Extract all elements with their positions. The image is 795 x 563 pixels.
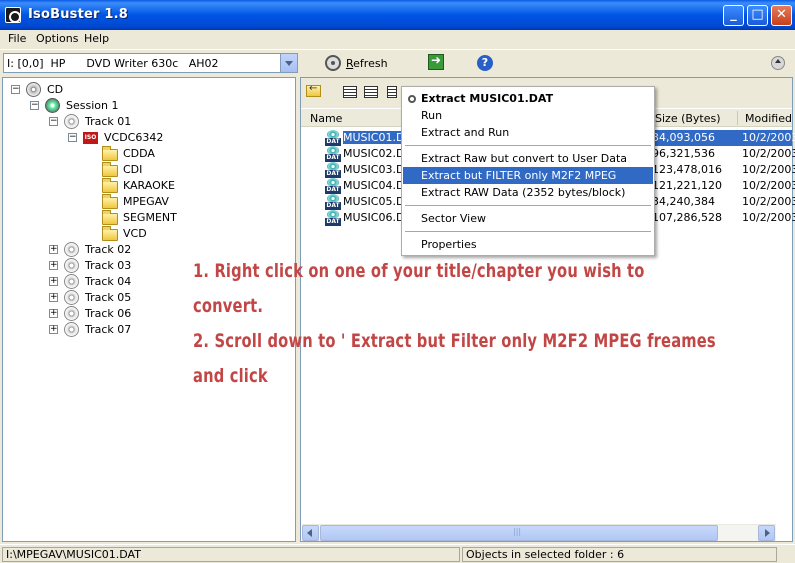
tree-node-track-04[interactable]: + Track 04 [3, 274, 203, 290]
iso-icon: ISO [83, 132, 98, 144]
refresh-label: Refresh [346, 57, 388, 70]
expand-icon[interactable]: + [49, 277, 58, 286]
track-icon [64, 306, 79, 321]
tree-node-session[interactable]: − Session 1 [3, 98, 203, 114]
folder-icon [102, 146, 118, 161]
dat-file-icon: DAT [325, 194, 341, 210]
menu-item-extract-raw-user[interactable]: Extract Raw but convert to User Data [403, 150, 653, 167]
scroll-thumb[interactable] [320, 525, 718, 541]
track-icon [64, 258, 79, 273]
collapse-icon[interactable]: − [68, 133, 77, 142]
eject-icon[interactable] [771, 56, 785, 70]
menu-item-run[interactable]: Run [403, 107, 653, 124]
toolbar: I: [0,0] HP DVD Writer 630c AH02 Refresh… [0, 49, 795, 76]
tree-folder-cdda[interactable]: CDDA [3, 146, 203, 162]
folder-icon [102, 226, 118, 241]
title-bar: IsoBuster 1.8 _ □ ✕ [0, 0, 795, 30]
tree-node-volume[interactable]: − ISO VCDC6342 [3, 130, 203, 146]
tree-node-track-01[interactable]: − Track 01 [3, 114, 203, 130]
dat-file-icon: DAT [325, 130, 341, 146]
details-view-icon[interactable] [343, 86, 357, 98]
tree-node-track-06[interactable]: + Track 06 [3, 306, 203, 322]
close-button[interactable]: ✕ [771, 5, 792, 26]
status-path: I:\MPEGAV\MUSIC01.DAT [2, 547, 460, 562]
drive-select[interactable]: I: [0,0] HP DVD Writer 630c AH02 [3, 53, 298, 73]
collapse-icon[interactable]: − [30, 101, 39, 110]
cd-icon [26, 82, 41, 97]
expand-icon[interactable]: + [49, 245, 58, 254]
track-icon [64, 114, 79, 129]
column-modified[interactable]: Modified [745, 112, 792, 125]
folder-icon [102, 194, 118, 209]
expand-icon[interactable]: + [49, 261, 58, 270]
tree-node-cd[interactable]: − CD [3, 82, 203, 98]
folder-icon [102, 162, 118, 177]
menu-item-extract-filter-m2f2[interactable]: Extract but FILTER only M2F2 MPEG frames [403, 167, 653, 195]
menu-bar: File Options Help [0, 30, 795, 48]
expand-icon[interactable]: + [49, 293, 58, 302]
tree-node-track-07[interactable]: + Track 07 [3, 322, 203, 338]
tree-folder-vcd[interactable]: VCD [3, 226, 203, 242]
menu-item-extract[interactable]: Extract MUSIC01.DAT [403, 90, 653, 107]
menu-item-sector-view[interactable]: Sector View [403, 210, 653, 227]
chevron-down-icon[interactable] [280, 54, 297, 72]
tree-folder-mpegav[interactable]: MPEGAV [3, 194, 203, 210]
extract-icon[interactable] [428, 53, 444, 70]
maximize-button[interactable]: □ [747, 5, 768, 26]
instruction-line-2: convert. [193, 295, 264, 317]
track-icon [64, 290, 79, 305]
menu-item-extract-raw-data[interactable]: Extract RAW Data (2352 bytes/block) [403, 184, 653, 201]
menu-item-extract-and-run[interactable]: Extract and Run [403, 124, 653, 141]
folder-icon [102, 178, 118, 193]
menu-item-properties[interactable]: Properties [403, 236, 653, 253]
minimize-button[interactable]: _ [723, 5, 744, 26]
folder-icon [102, 210, 118, 225]
track-icon [64, 322, 79, 337]
drive-select-value: I: [0,0] HP DVD Writer 630c AH02 [7, 57, 219, 70]
session-icon [45, 98, 60, 113]
dat-file-icon: DAT [325, 146, 341, 162]
instruction-line-1: 1. Right click on one of your title/chap… [193, 260, 645, 282]
refresh-button[interactable]: Refresh [325, 53, 395, 74]
tree-node-track-05[interactable]: + Track 05 [3, 290, 203, 306]
list-view-icon[interactable] [364, 86, 378, 98]
help-icon[interactable]: ? [477, 55, 493, 71]
expand-icon[interactable]: + [49, 325, 58, 334]
dat-file-icon: DAT [325, 162, 341, 178]
horizontal-scrollbar[interactable] [302, 524, 776, 541]
collapse-icon[interactable]: − [49, 117, 58, 126]
status-bar: I:\MPEGAV\MUSIC01.DAT Objects in selecte… [0, 544, 795, 563]
column-size[interactable]: Size (Bytes) [655, 112, 721, 125]
collapse-icon[interactable]: − [11, 85, 20, 94]
folder-up-icon[interactable] [306, 83, 321, 97]
scroll-left-icon[interactable] [302, 525, 319, 541]
tree-folder-cdi[interactable]: CDI [3, 162, 203, 178]
tree-node-track-02[interactable]: + Track 02 [3, 242, 203, 258]
instruction-line-4: and click [193, 365, 268, 387]
scroll-right-icon[interactable] [758, 525, 775, 541]
track-icon [64, 274, 79, 289]
window-title: IsoBuster 1.8 [28, 7, 129, 22]
refresh-icon [325, 55, 341, 71]
expand-icon[interactable]: + [49, 309, 58, 318]
small-icons-view-icon[interactable] [387, 86, 397, 98]
app-icon [5, 7, 21, 23]
track-icon [64, 242, 79, 257]
instruction-line-3: 2. Scroll down to ' Extract but Filter o… [193, 330, 716, 352]
dat-file-icon: DAT [325, 178, 341, 194]
context-menu: Extract MUSIC01.DAT Run Extract and Run … [401, 86, 655, 256]
dat-file-icon: DAT [325, 210, 341, 226]
default-action-icon [408, 95, 416, 103]
column-name[interactable]: Name [310, 112, 342, 125]
menu-help[interactable]: Help [84, 32, 109, 45]
tree-folder-karaoke[interactable]: KARAOKE [3, 178, 203, 194]
menu-options[interactable]: Options [36, 32, 78, 45]
tree-node-track-03[interactable]: + Track 03 [3, 258, 203, 274]
status-object-count: Objects in selected folder : 6 [462, 547, 777, 562]
tree-folder-segment[interactable]: SEGMENT [3, 210, 203, 226]
menu-file[interactable]: File [8, 32, 26, 45]
